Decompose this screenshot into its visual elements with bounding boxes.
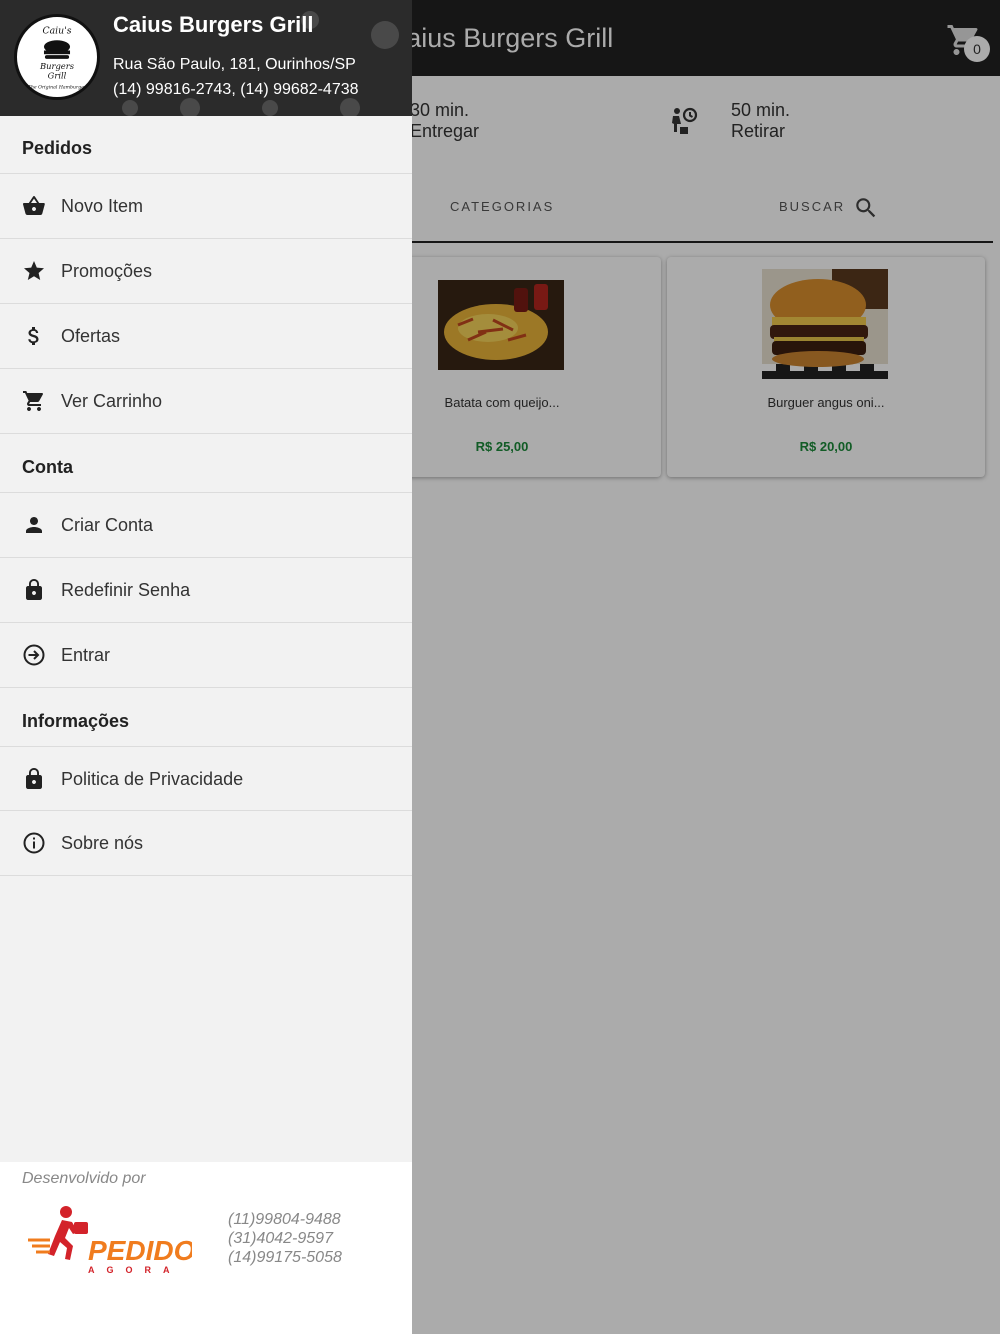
navigation-drawer: Caiu's Burgers Grill The Original Hambur… xyxy=(0,0,412,1334)
divider xyxy=(0,433,412,434)
developer-phone: (11)99804-9488 xyxy=(228,1211,341,1228)
menu-item-redefinir-senha[interactable]: Redefinir Senha xyxy=(0,558,412,622)
divider xyxy=(0,687,412,688)
developer-phones: (11)99804-9488 (31)4042-9597 (14)99175-5… xyxy=(228,1210,408,1267)
section-title-conta: Conta xyxy=(22,457,73,477)
svg-text:Caiu's: Caiu's xyxy=(43,26,72,37)
menu-label: Ofertas xyxy=(61,326,121,346)
developed-by-label: Desenvolvido por xyxy=(22,1170,146,1187)
store-phones: (14) 99816-2743, (14) 99682-4738 xyxy=(113,81,359,98)
store-logo: Caiu's Burgers Grill The Original Hambur… xyxy=(14,14,100,100)
menu-item-politica-privacidade[interactable]: Politica de Privacidade xyxy=(0,747,412,811)
dollar-icon xyxy=(28,327,39,345)
menu-item-entrar[interactable]: Entrar xyxy=(0,623,412,687)
store-address: Rua São Paulo, 181, Ourinhos/SP xyxy=(113,56,356,73)
menu-item-sobre-nos[interactable]: Sobre nós xyxy=(0,811,412,875)
menu-item-promocoes[interactable]: Promoções xyxy=(0,239,412,303)
menu-label: Entrar xyxy=(61,645,111,665)
menu-label: Redefinir Senha xyxy=(61,580,191,600)
menu-item-ofertas[interactable]: Ofertas xyxy=(0,304,412,368)
cart-icon xyxy=(23,391,43,411)
basket-icon xyxy=(23,196,45,215)
person-icon xyxy=(26,517,42,533)
menu-label: Promoções xyxy=(61,261,153,281)
svg-text:The Original Hamburger: The Original Hamburger xyxy=(28,85,87,91)
menu-label: Ver Carrinho xyxy=(61,391,163,411)
menu-label: Criar Conta xyxy=(61,515,154,535)
menu-item-criar-conta[interactable]: Criar Conta xyxy=(0,493,412,557)
developer-phone: (14)99175-5058 xyxy=(228,1249,342,1266)
drawer-footer: Desenvolvido por PEDIDO AGORA (11)99804-… xyxy=(0,1162,412,1334)
divider xyxy=(0,875,412,876)
section-title-informacoes: Informações xyxy=(22,711,130,731)
pedido-agora-logo[interactable]: PEDIDO AGORA xyxy=(26,1200,192,1276)
menu-label: Sobre nós xyxy=(61,833,144,853)
login-icon xyxy=(23,644,45,666)
lock-icon xyxy=(26,768,42,789)
brand-name: PEDIDO xyxy=(88,1235,192,1266)
info-icon xyxy=(23,832,45,854)
drawer-header: Caiu's Burgers Grill The Original Hambur… xyxy=(0,0,412,116)
star-icon xyxy=(24,261,44,280)
developer-phone: (31)4042-9597 xyxy=(228,1230,333,1247)
svg-text:Grill: Grill xyxy=(48,70,67,80)
section-title-pedidos: Pedidos xyxy=(22,138,93,158)
menu-item-ver-carrinho[interactable]: Ver Carrinho xyxy=(0,369,412,433)
menu-label: Novo Item xyxy=(61,196,144,216)
lock-icon xyxy=(26,579,42,600)
brand-subtitle: AGORA xyxy=(88,1265,182,1275)
menu-label: Politica de Privacidade xyxy=(61,769,244,789)
store-name: Caius Burgers Grill xyxy=(113,12,314,37)
menu-item-novo-item[interactable]: Novo Item xyxy=(0,174,412,238)
